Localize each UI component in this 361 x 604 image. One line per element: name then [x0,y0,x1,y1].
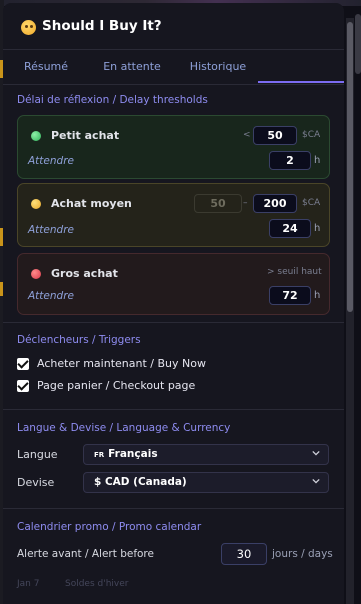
small-wait-label: Attendre [28,155,74,167]
medium-min-value: 50 [194,194,242,213]
currency-select[interactable]: $ CAD (Canada) [83,472,329,493]
medium-purchase-label: Achat moyen [51,197,132,210]
small-hours-input[interactable]: 2 [269,151,311,170]
fr-flag-icon: FR [94,451,105,459]
triggers-section-title: Déclencheurs / Triggers [17,334,141,346]
green-dot-icon [31,131,41,141]
promo-section-title: Calendrier promo / Promo calendar [17,521,202,533]
large-purchase-card: Gros achat > seuil haut Attendre 72 h [17,253,330,315]
large-wait-label: Attendre [28,290,74,302]
currency-value: $ CAD (Canada) [94,476,187,488]
tab-bar: Résumé En attente Historique [3,49,344,85]
language-label: Langue [17,448,58,461]
section-divider [3,322,344,323]
checkout-label: Page panier / Checkout page [37,379,196,392]
buy-now-checkbox[interactable] [17,357,29,370]
small-max-input[interactable]: 50 [253,126,297,145]
app-title: Should I Buy It? [42,18,162,34]
yellow-dot-icon [31,199,41,209]
tab-historique[interactable]: Historique [175,60,261,73]
tab-en-attente[interactable]: En attente [89,60,175,73]
range-dash: – [243,198,248,208]
medium-hours-input[interactable]: 24 [269,219,311,238]
scrollbar[interactable] [346,18,354,604]
buy-now-label: Acheter maintenant / Buy Now [37,357,206,370]
chevron-down-icon [312,450,320,456]
section-divider [3,409,344,410]
active-tab-indicator [258,81,344,83]
medium-currency-label: $CA [302,198,321,208]
trigger-buy-now-row[interactable]: Acheter maintenant / Buy Now [17,357,206,370]
red-dot-icon [31,269,41,279]
section-divider [3,508,344,509]
large-hours-input[interactable]: 72 [269,286,311,305]
less-than-symbol: < [243,130,251,140]
currency-label: Devise [17,476,55,489]
scrollbar-thumb[interactable] [347,22,353,312]
threshold-note: > seuil haut [267,267,322,277]
locale-section-title: Langue & Devise / Language & Currency [17,422,231,434]
alert-days-input[interactable]: 30 [221,543,267,565]
promo-row-date: Jan 7 [17,579,40,589]
tab-resume[interactable]: Résumé [3,60,89,73]
small-purchase-label: Petit achat [51,129,120,142]
thinking-face-icon [21,20,36,35]
small-purchase-card: Petit achat < 50 $CA Attendre 2 h [17,115,330,179]
small-currency-label: $CA [302,130,321,140]
trigger-checkout-row[interactable]: Page panier / Checkout page [17,379,195,392]
large-purchase-label: Gros achat [51,267,118,280]
small-hours-unit: h [314,155,321,166]
language-value: Français [108,448,158,460]
page-scrollbar[interactable] [355,14,361,74]
extension-popup: Should I Buy It? Résumé En attente Histo… [3,3,344,604]
alert-before-label: Alerte avant / Alert before [17,548,154,560]
language-select[interactable]: FR Français [83,444,329,465]
medium-wait-label: Attendre [28,224,74,236]
tab-settings[interactable] [258,50,344,72]
checkout-checkbox[interactable] [17,379,29,392]
delay-section-title: Délai de réflexion / Delay thresholds [17,94,208,106]
medium-hours-unit: h [314,223,321,234]
medium-max-input[interactable]: 200 [253,194,297,213]
promo-row-label: Soldes d'hiver [65,579,129,589]
alert-days-unit: jours / days [272,548,333,560]
popup-header: Should I Buy It? [3,3,344,49]
large-hours-unit: h [314,290,321,301]
chevron-down-icon [312,478,320,484]
medium-purchase-card: Achat moyen 50 – 200 $CA Attendre 24 h [17,183,330,247]
